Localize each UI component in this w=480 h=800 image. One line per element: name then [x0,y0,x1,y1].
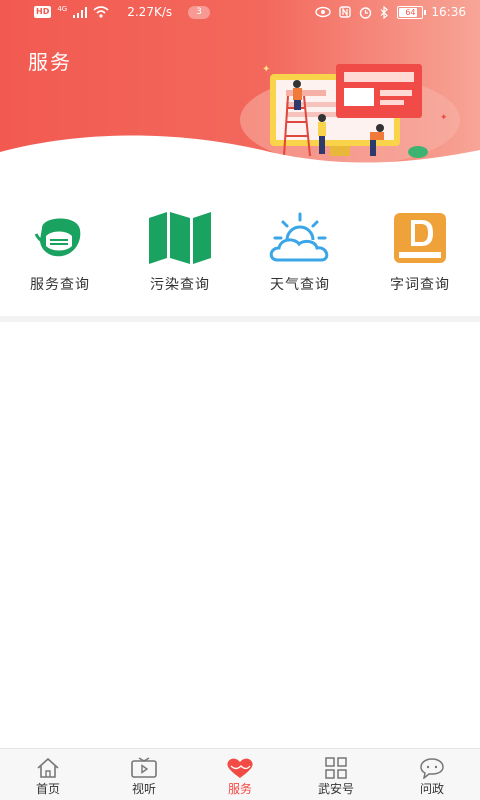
tab-inquiry[interactable]: 问政 [384,749,480,800]
dictionary-query-button[interactable]: 字词查询 [360,210,480,310]
hd-badge: HD [34,6,52,18]
tv-play-icon [131,757,157,779]
tab-media[interactable]: 视听 [96,749,192,800]
weather-cloud-sun-icon [265,210,335,266]
weather-query-button[interactable]: 天气查询 [240,210,360,310]
service-query-button[interactable]: 服务查询 [0,210,120,310]
bottom-tab-bar: 首页 视听 服务 武安号 问政 [0,748,480,800]
alarm-icon [360,6,372,19]
tab-label: 首页 [35,782,60,796]
service-label: 服务查询 [30,277,90,293]
notification-count: 3 [188,5,210,19]
banner-illustration: ✦ ✦ [0,64,480,200]
eye-icon [315,6,332,18]
network-speed: 2.27K/s [127,5,173,19]
nfc-icon [339,6,352,18]
tab-label: 视听 [131,782,156,796]
battery-indicator: 64 [397,5,427,19]
bluetooth-icon [380,5,389,19]
page-title: 服务 [28,50,72,74]
svg-text:✦: ✦ [440,113,448,123]
chat-bubble-icon [419,757,445,779]
status-bar: HD 4G 2.27K/s 3 64 16:36 [0,0,480,26]
service-label: 天气查询 [270,277,330,293]
signal-icon [73,6,88,18]
grid-apps-icon [324,757,348,779]
header-banner: ✦ ✦ HD 4G 2.27K/s 3 64 16:36 服务 [0,0,480,200]
map-icon [145,210,215,266]
clock: 16:36 [431,5,466,19]
service-label: 字词查询 [390,277,450,293]
battery-level: 64 [405,7,416,17]
dictionary-book-icon [385,210,455,266]
network-type: 4G [57,5,68,13]
tab-label: 武安号 [317,782,354,796]
svg-text:✦: ✦ [262,64,270,75]
tab-home[interactable]: 首页 [0,749,96,800]
service-label: 污染查询 [150,277,210,293]
tab-services[interactable]: 服务 [192,749,288,800]
heart-icon [225,757,255,779]
mask-icon [25,210,95,266]
service-grid: 服务查询 污染查询 天气查询 字词查询 [0,210,480,310]
tab-wuan-hao[interactable]: 武安号 [288,749,384,800]
wifi-icon [93,6,109,18]
section-divider [0,316,480,322]
tab-label: 问政 [419,782,444,796]
home-icon [36,757,60,779]
tab-label: 服务 [227,782,252,796]
pollution-query-button[interactable]: 污染查询 [120,210,240,310]
